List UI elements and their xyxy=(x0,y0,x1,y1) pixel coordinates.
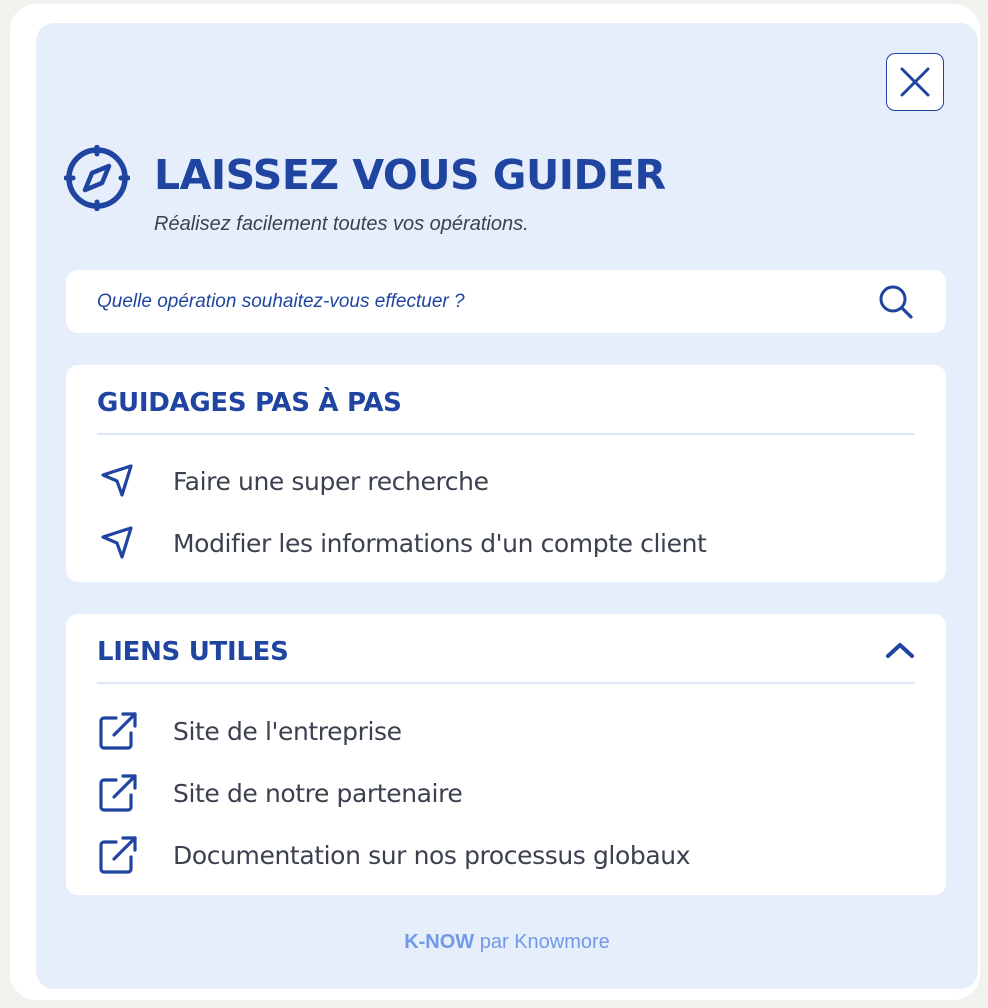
search-icon[interactable] xyxy=(878,284,914,320)
page-subtitle: Réalisez facilement toutes vos opération… xyxy=(154,213,529,235)
compass-icon xyxy=(64,145,130,211)
guides-card: GUIDAGES PAS À PAS Faire une super reche… xyxy=(66,365,946,582)
close-button[interactable] xyxy=(886,53,944,111)
link-item-label: Documentation sur nos processus globaux xyxy=(173,840,691,870)
link-item-label: Site de l'entreprise xyxy=(173,716,402,746)
link-item[interactable]: Site de notre partenaire xyxy=(97,768,915,818)
navigation-arrow-icon xyxy=(97,458,143,504)
search-bar xyxy=(66,270,946,333)
link-item-label: Site de notre partenaire xyxy=(173,778,463,808)
navigation-arrow-icon xyxy=(97,520,143,566)
guide-item[interactable]: Modifier les informations d'un compte cl… xyxy=(97,518,915,568)
external-link-icon xyxy=(97,770,143,816)
page-title: LAISSEZ VOUS GUIDER xyxy=(154,151,666,199)
external-link-icon xyxy=(97,708,143,754)
guides-header: GUIDAGES PAS À PAS xyxy=(97,365,915,435)
footer-credit[interactable]: K-NOW par Knowmore xyxy=(36,931,978,954)
links-header[interactable]: LIENS UTILES xyxy=(97,614,915,684)
footer-brand: K-NOW xyxy=(404,931,475,953)
guide-item-label: Faire une super recherche xyxy=(173,466,489,496)
link-item[interactable]: Documentation sur nos processus globaux xyxy=(97,830,915,880)
guide-item-label: Modifier les informations d'un compte cl… xyxy=(173,528,707,558)
link-item[interactable]: Site de l'entreprise xyxy=(97,706,915,756)
external-link-icon xyxy=(97,832,143,878)
search-input[interactable] xyxy=(66,270,856,333)
links-card: LIENS UTILES Site de l'entreprise Site d… xyxy=(66,614,946,895)
links-title: LIENS UTILES xyxy=(97,637,289,667)
chevron-up-icon[interactable] xyxy=(885,640,915,660)
guide-item[interactable]: Faire une super recherche xyxy=(97,456,915,506)
guide-panel: LAISSEZ VOUS GUIDER Réalisez facilement … xyxy=(36,23,978,989)
widget-frame: LAISSEZ VOUS GUIDER Réalisez facilement … xyxy=(10,4,980,1000)
footer-by: par Knowmore xyxy=(479,931,610,953)
guides-title: GUIDAGES PAS À PAS xyxy=(97,388,402,418)
close-icon xyxy=(900,67,930,97)
